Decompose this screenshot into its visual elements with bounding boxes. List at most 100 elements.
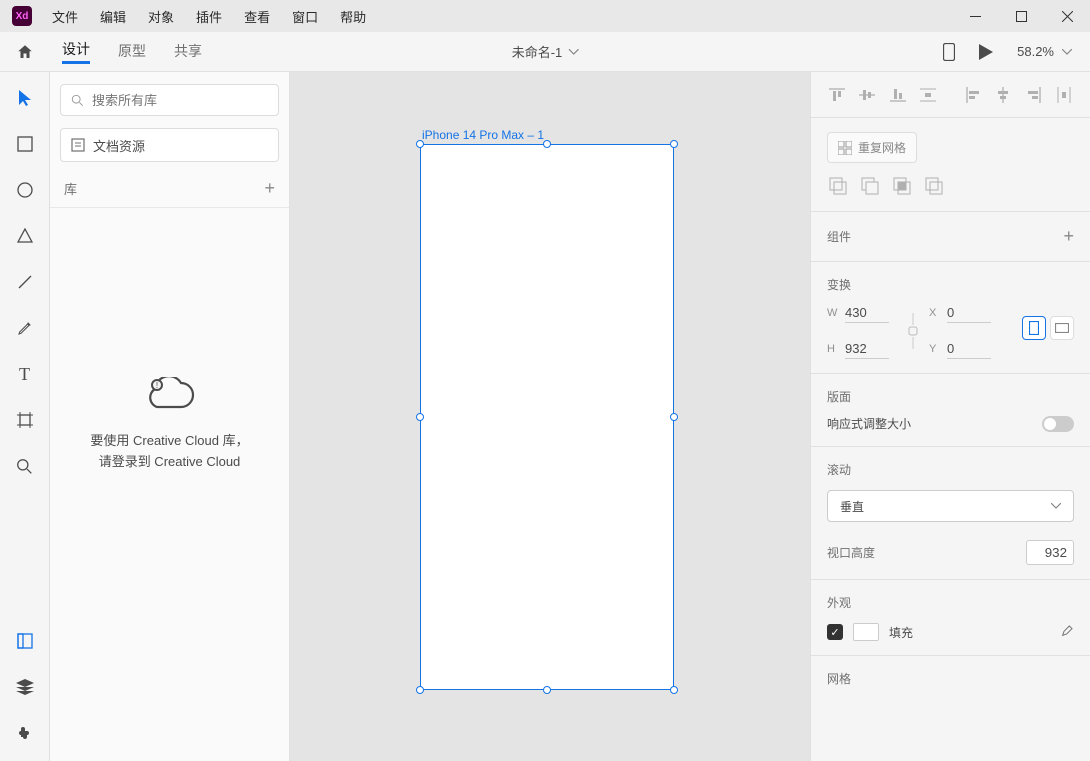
top-right-controls: 58.2% bbox=[943, 43, 1090, 61]
landscape-button[interactable] bbox=[1050, 316, 1074, 340]
selection-handle-mr[interactable] bbox=[670, 413, 678, 421]
repeat-grid-label: 重复网格 bbox=[858, 139, 906, 156]
y-input[interactable] bbox=[947, 339, 991, 359]
align-vcenter-icon[interactable] bbox=[853, 80, 881, 110]
y-label: Y bbox=[929, 343, 941, 355]
fill-checkbox[interactable]: ✓ bbox=[827, 624, 843, 640]
zoom-control[interactable]: 58.2% bbox=[1017, 44, 1072, 59]
menu-file[interactable]: 文件 bbox=[52, 7, 78, 26]
top-bar: 设计 原型 共享 未命名-1 58.2% bbox=[0, 32, 1090, 72]
responsive-label: 响应式调整大小 bbox=[827, 415, 911, 432]
menu-window[interactable]: 窗口 bbox=[292, 7, 318, 26]
align-right-icon[interactable] bbox=[1020, 80, 1048, 110]
repeat-grid-button[interactable]: 重复网格 bbox=[827, 132, 917, 163]
tool-rail: T bbox=[0, 72, 50, 761]
zoom-tool[interactable] bbox=[11, 452, 39, 480]
menu-view[interactable]: 查看 bbox=[244, 7, 270, 26]
add-component-button[interactable]: + bbox=[1063, 226, 1074, 247]
align-top-icon[interactable] bbox=[823, 80, 851, 110]
width-input[interactable] bbox=[845, 303, 889, 323]
fill-label: 填充 bbox=[889, 624, 913, 641]
intersect-icon[interactable] bbox=[891, 175, 913, 197]
align-hcenter-icon[interactable] bbox=[989, 80, 1017, 110]
fill-color-swatch[interactable] bbox=[853, 623, 879, 641]
artboard-label[interactable]: iPhone 14 Pro Max – 1 bbox=[422, 128, 544, 142]
menu-object[interactable]: 对象 bbox=[148, 7, 174, 26]
text-tool[interactable]: T bbox=[11, 360, 39, 388]
rectangle-tool[interactable] bbox=[11, 130, 39, 158]
responsive-toggle[interactable] bbox=[1042, 416, 1074, 432]
appearance-title: 外观 bbox=[827, 594, 851, 611]
scroll-select[interactable]: 垂直 bbox=[827, 490, 1074, 522]
scroll-title: 滚动 bbox=[827, 461, 851, 478]
plugins-panel-button[interactable] bbox=[11, 719, 39, 747]
pen-tool[interactable] bbox=[11, 314, 39, 342]
layers-panel-button[interactable] bbox=[11, 673, 39, 701]
selection-handle-ml[interactable] bbox=[416, 413, 424, 421]
artboard[interactable] bbox=[420, 144, 674, 690]
component-section: 组件 + bbox=[811, 212, 1090, 262]
app-icon: Xd bbox=[12, 6, 32, 26]
tab-design[interactable]: 设计 bbox=[62, 39, 90, 64]
tab-prototype[interactable]: 原型 bbox=[118, 41, 146, 63]
selection-handle-bc[interactable] bbox=[543, 686, 551, 694]
x-label: X bbox=[929, 307, 941, 319]
select-tool[interactable] bbox=[11, 84, 39, 112]
scroll-value: 垂直 bbox=[840, 498, 864, 515]
grid-icon bbox=[838, 141, 852, 155]
line-tool[interactable] bbox=[11, 268, 39, 296]
close-button[interactable] bbox=[1044, 0, 1090, 32]
x-input[interactable] bbox=[947, 303, 991, 323]
distribute-h-icon[interactable] bbox=[1050, 80, 1078, 110]
align-bottom-icon[interactable] bbox=[883, 80, 911, 110]
viewport-label: 视口高度 bbox=[827, 544, 875, 561]
layout-title: 版面 bbox=[827, 388, 851, 405]
viewport-height-input[interactable] bbox=[1026, 540, 1074, 565]
minimize-button[interactable] bbox=[952, 0, 998, 32]
menu-plugin[interactable]: 插件 bbox=[196, 7, 222, 26]
align-left-icon[interactable] bbox=[959, 80, 987, 110]
exclude-icon[interactable] bbox=[923, 175, 945, 197]
menu-edit[interactable]: 编辑 bbox=[100, 7, 126, 26]
subtract-icon[interactable] bbox=[859, 175, 881, 197]
play-icon[interactable] bbox=[979, 44, 993, 60]
eyedropper-icon[interactable] bbox=[1058, 624, 1074, 640]
selection-handle-tr[interactable] bbox=[670, 140, 678, 148]
distribute-v-icon[interactable] bbox=[914, 80, 942, 110]
height-input[interactable] bbox=[845, 339, 889, 359]
artboard-tool[interactable] bbox=[11, 406, 39, 434]
layout-section: 版面 响应式调整大小 bbox=[811, 374, 1090, 447]
polygon-tool[interactable] bbox=[11, 222, 39, 250]
svg-text:!: ! bbox=[155, 381, 157, 390]
h-label: H bbox=[827, 343, 839, 355]
canvas[interactable]: iPhone 14 Pro Max – 1 bbox=[290, 72, 810, 761]
selection-handle-tc[interactable] bbox=[543, 140, 551, 148]
selection-handle-tl[interactable] bbox=[416, 140, 424, 148]
selection-handle-bl[interactable] bbox=[416, 686, 424, 694]
portrait-button[interactable] bbox=[1022, 316, 1046, 340]
chevron-down-icon bbox=[1062, 49, 1072, 55]
window-controls bbox=[952, 0, 1090, 32]
mode-tabs: 设计 原型 共享 bbox=[50, 32, 202, 71]
orientation-buttons bbox=[1022, 316, 1074, 340]
device-preview-icon[interactable] bbox=[943, 43, 955, 61]
ellipse-tool[interactable] bbox=[11, 176, 39, 204]
document-title[interactable]: 未命名-1 bbox=[512, 42, 579, 61]
title-bar: Xd 文件 编辑 对象 插件 查看 窗口 帮助 bbox=[0, 0, 1090, 32]
scroll-section: 滚动 垂直 视口高度 bbox=[811, 447, 1090, 580]
selection-handle-br[interactable] bbox=[670, 686, 678, 694]
menu-help[interactable]: 帮助 bbox=[340, 7, 366, 26]
w-label: W bbox=[827, 307, 839, 319]
grid-title: 网格 bbox=[827, 670, 851, 687]
libraries-panel-button[interactable] bbox=[11, 627, 39, 655]
right-panel: 重复网格 组件 + 变换 W H bbox=[810, 72, 1090, 761]
zoom-value: 58.2% bbox=[1017, 44, 1054, 59]
home-button[interactable] bbox=[0, 32, 50, 71]
union-icon[interactable] bbox=[827, 175, 849, 197]
component-title: 组件 bbox=[827, 228, 851, 245]
main-area: T 文档资源 库 + ! 要使用 Creative Cloud 库， 请登录到 … bbox=[0, 72, 1090, 761]
repeat-grid-section: 重复网格 bbox=[811, 118, 1090, 212]
lock-aspect-button[interactable] bbox=[905, 313, 921, 349]
tab-share[interactable]: 共享 bbox=[174, 41, 202, 63]
maximize-button[interactable] bbox=[998, 0, 1044, 32]
